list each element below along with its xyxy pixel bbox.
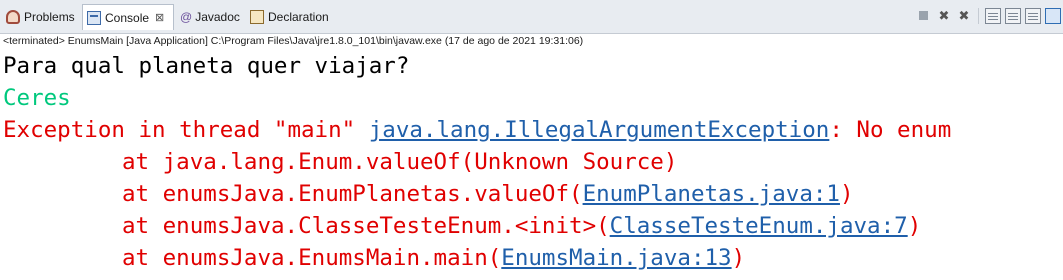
display-selected-console-icon[interactable] — [1045, 8, 1061, 24]
stack-trace-text: at enumsJava.EnumsMain.main( — [122, 245, 502, 271]
terminate-icon[interactable] — [916, 8, 932, 24]
console-input-line: Ceres — [3, 85, 71, 111]
tab-javadoc-label: Javadoc — [195, 10, 240, 24]
tab-javadoc[interactable]: @ Javadoc — [176, 6, 246, 28]
word-wrap-icon[interactable] — [1005, 8, 1021, 24]
stack-trace-source-link[interactable]: ClasseTesteEnum.java:7 — [610, 213, 908, 239]
tab-declaration-label: Declaration — [268, 10, 329, 24]
scroll-lock-icon[interactable] — [985, 8, 1001, 24]
javadoc-at-icon: @ — [180, 10, 193, 24]
close-icon[interactable]: ⊠ — [155, 11, 164, 24]
remove-all-terminated-icon[interactable]: ✖ — [956, 8, 972, 24]
tab-declaration[interactable]: Declaration — [246, 6, 336, 28]
exception-line: Exception in thread "main" java.lang.Ill… — [3, 114, 951, 146]
stack-trace-close-paren: ) — [731, 245, 746, 271]
exception-prefix: Exception in thread "main" — [3, 117, 369, 143]
console-output[interactable]: Para qual planeta quer viajar? Ceres Exc… — [0, 50, 1063, 280]
stack-trace-line: at enumsJava.EnumsMain.main(EnumsMain.ja… — [122, 242, 745, 274]
console-prompt-line: Para qual planeta quer viajar? — [3, 53, 410, 79]
remove-launch-icon[interactable]: ✖ — [936, 8, 952, 24]
problems-icon — [6, 10, 20, 24]
stack-trace-text: at enumsJava.ClasseTesteEnum.<init>( — [122, 213, 610, 239]
exception-class-link[interactable]: java.lang.IllegalArgumentException — [369, 117, 830, 143]
stack-trace-line: at java.lang.Enum.valueOf(Unknown Source… — [122, 146, 677, 178]
stack-trace-source-link[interactable]: EnumPlanetas.java:1 — [583, 181, 840, 207]
tab-problems[interactable]: Problems — [2, 6, 78, 28]
exception-suffix: : No enum — [829, 117, 952, 143]
stack-trace-text: at enumsJava.EnumPlanetas.valueOf( — [122, 181, 583, 207]
launch-status-line: <terminated> EnumsMain [Java Application… — [3, 35, 584, 47]
stack-trace-line: at enumsJava.ClasseTesteEnum.<init>(Clas… — [122, 210, 921, 242]
tab-problems-label: Problems — [24, 10, 75, 24]
tab-console[interactable]: Console ⊠ — [82, 4, 174, 30]
pin-console-icon[interactable] — [1025, 8, 1041, 24]
declaration-icon — [250, 10, 264, 24]
stack-trace-close-paren: ) — [907, 213, 922, 239]
toolbar-separator — [978, 8, 979, 24]
stack-trace-text: at java.lang.Enum.valueOf(Unknown Source… — [122, 149, 678, 175]
tab-console-label: Console — [105, 10, 150, 25]
stack-trace-source-link[interactable]: EnumsMain.java:13 — [501, 245, 731, 271]
console-icon — [87, 10, 101, 25]
console-view-tabbar: Problems Console ⊠ @ Javadoc Declaration… — [0, 0, 1063, 34]
stack-trace-line: at enumsJava.EnumPlanetas.valueOf(EnumPl… — [122, 178, 854, 210]
stack-trace-close-paren: ) — [839, 181, 854, 207]
console-toolbar: ✖ ✖ — [916, 8, 1061, 24]
